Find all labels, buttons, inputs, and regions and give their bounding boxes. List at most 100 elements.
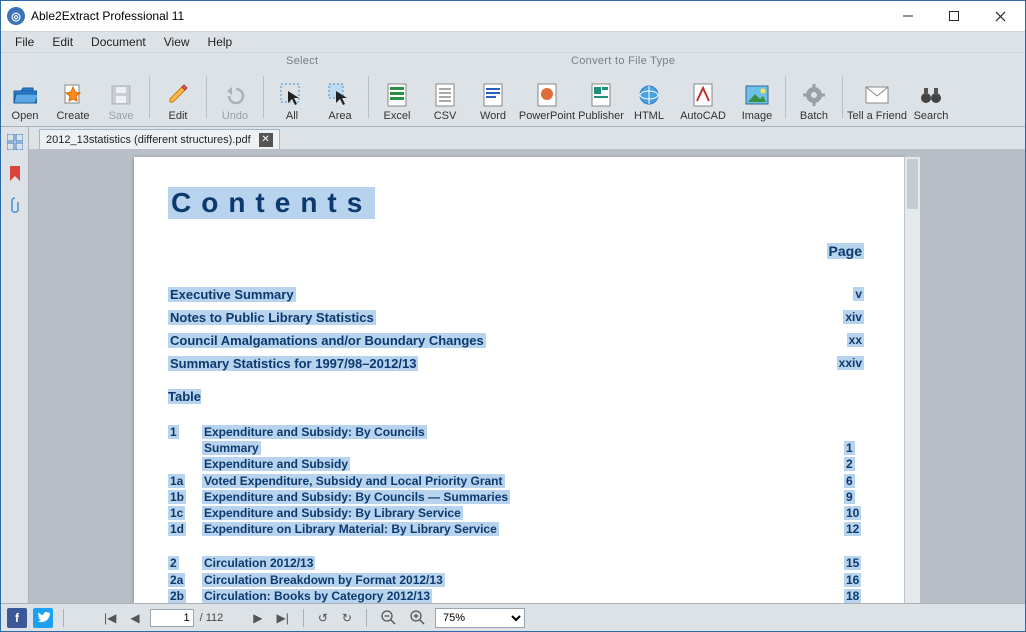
section-label: Council Amalgamations and/or Boundary Ch…: [168, 333, 486, 348]
toc-text: Summary: [202, 441, 261, 455]
toolbar: Select Convert to File Type Open Create …: [1, 53, 1025, 127]
csv-button[interactable]: CSV: [421, 70, 469, 126]
create-button[interactable]: Create: [49, 70, 97, 126]
undo-button[interactable]: Undo: [211, 70, 259, 126]
word-button[interactable]: Word: [469, 70, 517, 126]
select-all-label: All: [286, 110, 298, 122]
toc-page: 16: [844, 573, 861, 587]
zoom-in-button[interactable]: [406, 610, 429, 625]
zoom-select[interactable]: 75%: [435, 608, 525, 628]
menu-view[interactable]: View: [156, 33, 198, 51]
toc-page: 1: [844, 441, 855, 455]
powerpoint-label: PowerPoint: [519, 110, 575, 122]
publisher-icon: [589, 83, 613, 107]
excel-button[interactable]: Excel: [373, 70, 421, 126]
edit-button[interactable]: Edit: [154, 70, 202, 126]
save-button[interactable]: Save: [97, 70, 145, 126]
menu-file[interactable]: File: [7, 33, 42, 51]
page-number-input[interactable]: [150, 609, 194, 627]
twitter-button[interactable]: [33, 608, 53, 628]
powerpoint-button[interactable]: PowerPoint: [517, 70, 577, 126]
toc-num: 1b: [168, 490, 186, 504]
document-tab[interactable]: 2012_13statistics (different structures)…: [39, 129, 280, 149]
toc-item: 1bExpenditure and Subsidy: By Councils —…: [168, 489, 870, 505]
bookmark-icon[interactable]: [4, 163, 26, 185]
undo-icon: [223, 83, 247, 107]
toc-item: Expenditure and Subsidy2: [168, 456, 870, 472]
autocad-button[interactable]: AutoCAD: [673, 70, 733, 126]
toc-page: 9: [844, 490, 855, 504]
word-label: Word: [480, 110, 506, 122]
minimize-button[interactable]: [885, 2, 931, 30]
prev-page-button[interactable]: ◀: [126, 611, 143, 625]
save-icon: [109, 83, 133, 107]
scroll-thumb[interactable]: [907, 159, 918, 209]
gear-icon: [802, 83, 826, 107]
section-label: Executive Summary: [168, 287, 296, 302]
separator: [842, 76, 843, 118]
page-column-header: Page: [827, 243, 864, 259]
menu-help[interactable]: Help: [200, 33, 241, 51]
toc-text: Circulation 2012/13: [202, 556, 315, 570]
content-area: 2012_13statistics (different structures)…: [1, 127, 1025, 603]
zoom-out-button[interactable]: [377, 610, 400, 625]
toc-section-row: Notes to Public Library Statisticsxiv: [168, 310, 870, 325]
select-area-button[interactable]: Area: [316, 70, 364, 126]
search-label: Search: [914, 110, 949, 122]
batch-button[interactable]: Batch: [790, 70, 838, 126]
toc-num: 2: [168, 556, 179, 570]
section-page: xiv: [843, 310, 864, 324]
menu-edit[interactable]: Edit: [44, 33, 81, 51]
document-viewer[interactable]: Contents Page Executive Summary v Notes to…: [29, 149, 1025, 603]
open-label: Open: [12, 110, 39, 122]
separator: [206, 76, 207, 118]
tell-friend-button[interactable]: Tell a Friend: [847, 70, 907, 126]
thumbnails-icon[interactable]: [4, 131, 26, 153]
search-button[interactable]: Search: [907, 70, 955, 126]
pencil-icon: [166, 83, 190, 107]
next-page-button[interactable]: ▶: [249, 611, 266, 625]
facebook-button[interactable]: f: [7, 608, 27, 628]
pdf-page: Contents Page Executive Summary v Notes to…: [134, 157, 904, 603]
tab-close-button[interactable]: ✕: [259, 133, 273, 147]
toc-text: Expenditure and Subsidy: By Library Serv…: [202, 506, 463, 520]
menubar: File Edit Document View Help: [1, 31, 1025, 53]
image-button[interactable]: Image: [733, 70, 781, 126]
close-button[interactable]: [977, 2, 1023, 30]
last-page-button[interactable]: ▶|: [273, 611, 293, 625]
publisher-label: Publisher: [578, 110, 624, 122]
publisher-button[interactable]: Publisher: [577, 70, 625, 126]
toc-item: 1d Expenditure on Library Material: By Li…: [168, 521, 870, 537]
save-label: Save: [108, 110, 133, 122]
html-button[interactable]: HTML: [625, 70, 673, 126]
vertical-scrollbar[interactable]: [904, 157, 920, 603]
first-page-button[interactable]: |◀: [100, 611, 120, 625]
select-all-button[interactable]: All: [268, 70, 316, 126]
toc-section-row: Council Amalgamations and/or Boundary Ch…: [168, 333, 870, 348]
toc-item: 2aCirculation Breakdown by Format 2012/1…: [168, 572, 870, 588]
toc-page: 2: [844, 457, 855, 471]
undo-label: Undo: [222, 110, 248, 122]
toc-item: Summary 1: [168, 440, 870, 456]
toc-text: Expenditure on Library Material: By Libr…: [202, 522, 499, 536]
toc-page: 15: [844, 556, 861, 570]
create-label: Create: [56, 110, 89, 122]
section-page: v: [853, 287, 864, 301]
app-icon: ◎: [7, 7, 25, 25]
minimize-icon: [903, 11, 913, 21]
maximize-button[interactable]: [931, 2, 977, 30]
autocad-label: AutoCAD: [680, 110, 726, 122]
rotate-cw-button[interactable]: ↻: [338, 611, 356, 625]
toc-num: 1c: [168, 506, 185, 520]
toc-item: 2 Circulation 2012/13 15: [168, 555, 870, 571]
menu-document[interactable]: Document: [83, 33, 154, 51]
attachment-icon[interactable]: [4, 195, 26, 217]
toc-num: 1d: [168, 522, 186, 536]
doc-title: Contents: [168, 187, 375, 219]
select-area-label: Area: [328, 110, 351, 122]
app-title: Able2Extract Professional 11: [31, 9, 184, 23]
separator: [785, 76, 786, 118]
rotate-ccw-button[interactable]: ↺: [314, 611, 332, 625]
open-button[interactable]: Open: [1, 70, 49, 126]
toc-text: Voted Expenditure, Subsidy and Local Pri…: [202, 474, 505, 488]
